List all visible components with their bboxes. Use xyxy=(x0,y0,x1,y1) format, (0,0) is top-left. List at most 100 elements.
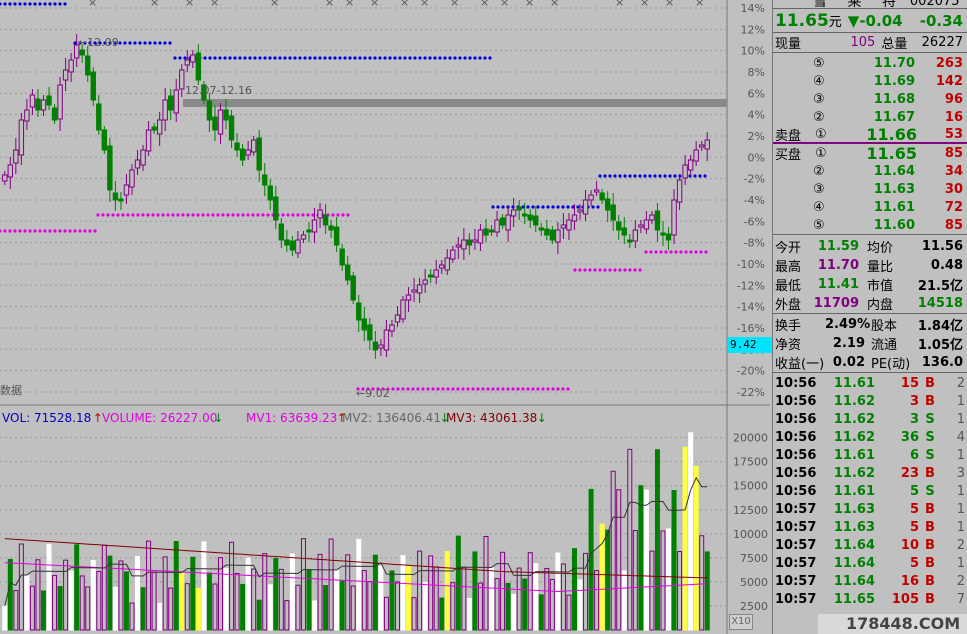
volume-bar xyxy=(511,593,517,631)
candle-body xyxy=(134,159,141,169)
dot-line-blue xyxy=(353,56,357,60)
dot-line-blue xyxy=(403,56,407,60)
volume-bar xyxy=(300,538,306,631)
volume-bar xyxy=(433,566,439,631)
legend-arrow: ↓ xyxy=(537,411,547,425)
candle-body xyxy=(411,289,417,293)
candle-body xyxy=(51,107,58,121)
price-axis-label: -20% xyxy=(737,365,765,378)
tick-row: 10:57 11.63 5 B 1 xyxy=(773,500,967,518)
volume-bar xyxy=(389,570,395,631)
tick-volume: 10 xyxy=(900,537,919,553)
dot-line-blue xyxy=(223,56,227,60)
candle-body xyxy=(79,49,85,56)
dot-line-magenta xyxy=(628,268,632,272)
candle-body xyxy=(212,116,218,131)
dot-line-magenta xyxy=(461,387,465,391)
dot-line-blue xyxy=(148,41,152,45)
dot-line-magenta xyxy=(306,213,310,217)
x10-button[interactable]: X10 xyxy=(729,614,753,630)
tick-count: 1 xyxy=(956,447,965,463)
dot-line-blue xyxy=(63,2,67,6)
stat-value: 1.84亿 xyxy=(917,319,963,334)
now-vol-label: 现量 xyxy=(775,37,802,52)
tick-side: B xyxy=(925,393,935,409)
volume-bar xyxy=(400,555,406,631)
volume-bar xyxy=(605,529,611,631)
tick-count: 2 xyxy=(956,537,965,553)
candle-body xyxy=(190,54,196,63)
dot-line-magenta xyxy=(401,387,405,391)
dot-line-blue xyxy=(566,205,570,209)
stat-row: 收益(一) 0.02 PE(动) 136.0 xyxy=(773,353,967,372)
range-annotation: 12.07-12.16 xyxy=(185,84,252,97)
buy-level-row: ③ 11.63 30 xyxy=(773,180,967,198)
dot-line-magenta xyxy=(346,213,350,217)
legend-arrow: ↓ xyxy=(213,411,223,425)
dot-line-magenta xyxy=(161,213,165,217)
volume-bar xyxy=(96,571,102,631)
dot-line-magenta xyxy=(68,229,72,233)
volume-bar xyxy=(323,585,329,631)
dot-line-blue xyxy=(443,56,447,60)
dot-line-magenta xyxy=(281,213,285,217)
dot-line-blue xyxy=(338,56,342,60)
dot-line-blue xyxy=(501,205,505,209)
header-title-row: 雪 莱 特 002075 xyxy=(773,0,967,8)
candle-body xyxy=(85,55,91,76)
candle-body xyxy=(383,329,390,351)
candle-body xyxy=(682,164,688,179)
dot-line-magenta xyxy=(456,387,460,391)
kline-chart-area[interactable]: 14% 12% 10% 8% 6% 4% 2% 0% -2% -4% -6% -8% -10% -12% -… xyxy=(0,0,772,634)
dot-line-magenta xyxy=(561,387,565,391)
volume-bar xyxy=(682,446,688,631)
dot-line-magenta xyxy=(526,387,530,391)
dot-line-magenta xyxy=(331,213,335,217)
top-marker: × xyxy=(480,0,489,9)
stat-label: 市值 xyxy=(867,279,894,294)
dot-line-blue xyxy=(173,56,177,60)
top-marker: × xyxy=(615,0,624,9)
candle-body xyxy=(206,100,213,121)
stat-value: 11.59 xyxy=(817,239,859,254)
dot-line-magenta xyxy=(126,213,130,217)
dot-line-blue xyxy=(38,2,42,6)
candle-body xyxy=(101,129,108,151)
tick-side: S xyxy=(925,483,935,499)
dot-line-blue xyxy=(273,56,277,60)
candle-body xyxy=(638,224,644,228)
candle-body xyxy=(488,229,495,233)
dot-line-magenta xyxy=(111,213,115,217)
dot-line-blue xyxy=(328,56,332,60)
volume-bar xyxy=(350,585,356,631)
dot-line-blue xyxy=(418,56,422,60)
stat-row: 外盘 11709 内盘 14518 xyxy=(773,294,967,313)
tick-volume: 5 xyxy=(909,555,919,571)
sell-price: 11.67 xyxy=(873,109,915,125)
candle-body xyxy=(527,214,533,221)
candle-body xyxy=(494,219,500,233)
candle-body xyxy=(671,199,677,236)
volume-bar xyxy=(549,578,555,631)
candle-body xyxy=(422,279,428,285)
dot-line-blue xyxy=(408,56,412,60)
tick-volume: 6 xyxy=(909,447,919,463)
volume-bar xyxy=(201,541,207,631)
dot-line-blue xyxy=(208,56,212,60)
volume-bar xyxy=(477,582,483,631)
volume-bar xyxy=(229,541,235,631)
candle-body xyxy=(256,137,262,171)
volume-bar xyxy=(466,597,472,631)
dot-line-blue xyxy=(53,2,57,6)
volume-bar xyxy=(46,543,52,631)
candle-body xyxy=(632,229,639,242)
dot-line-blue xyxy=(596,205,600,209)
volume-bar xyxy=(162,556,168,631)
candle-body xyxy=(262,174,268,186)
tick-volume: 105 xyxy=(891,591,919,607)
tick-side: B xyxy=(925,501,935,517)
level-index: ② xyxy=(813,163,825,179)
candle-body xyxy=(444,257,450,271)
volume-bar xyxy=(544,567,550,631)
chart-svg[interactable]: 14% 12% 10% 8% 6% 4% 2% 0% -2% -4% -6% -8% -10% -12% -… xyxy=(0,0,770,634)
